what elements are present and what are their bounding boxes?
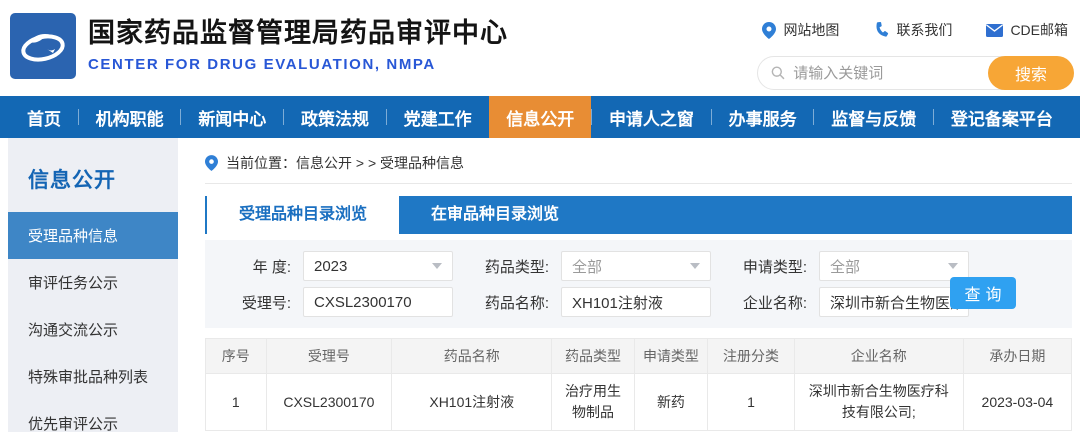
sitemap-link[interactable]: 网站地图 [762, 20, 839, 40]
tab-under-review-catalog[interactable]: 在审品种目录浏览 [399, 196, 591, 234]
sidebar: 信息公开 受理品种信息 审评任务公示 沟通交流公示 特殊审批品种列表 优先审评公… [8, 138, 178, 432]
nav-item-party[interactable]: 党建工作 [385, 96, 489, 138]
site-header: 国家药品监督管理局药品审评中心 CENTER FOR DRUG EVALUATI… [0, 0, 1080, 96]
apply-type-select[interactable]: 全部 [819, 251, 969, 281]
filter-year: 年 度: 2023 [217, 251, 453, 281]
chevron-down-icon [948, 263, 958, 269]
sidebar-title: 信息公开 [28, 169, 116, 192]
table-header-row: 序号 受理号 药品名称 药品类型 申请类型 注册分类 企业名称 承办日期 [205, 338, 1073, 374]
site-search: 搜索 [757, 56, 1074, 90]
col-header-acceptance-no: 受理号 [265, 338, 393, 374]
drug-name-input[interactable] [561, 287, 711, 317]
breadcrumb-text: 当前位置：信息公开 > > 受理品种信息 [226, 154, 465, 171]
nav-item-policies[interactable]: 政策法规 [282, 96, 386, 138]
nav-item-news[interactable]: 新闻中心 [180, 96, 283, 138]
col-header-index: 序号 [205, 338, 267, 374]
chevron-down-icon [690, 263, 700, 269]
cell-reg-class: 1 [707, 373, 795, 431]
nav-item-functions[interactable]: 机构职能 [77, 96, 181, 138]
sidebar-item-communication[interactable]: 沟通交流公示 [8, 306, 178, 353]
mailbox-link[interactable]: CDE邮箱 [986, 20, 1068, 40]
cell-date: 2023-03-04 [962, 373, 1073, 431]
nav-item-services[interactable]: 办事服务 [710, 96, 814, 138]
main-nav: 首页 机构职能 新闻中心 政策法规 党建工作 信息公开 申请人之窗 办事服务 监… [0, 96, 1080, 138]
cell-index: 1 [205, 373, 267, 431]
cell-drug-name: XH101注射液 [391, 373, 553, 431]
contact-link[interactable]: 联系我们 [873, 20, 952, 40]
apply-type-value: 全部 [830, 258, 861, 276]
filter-apply-type: 申请类型: 全部 [733, 251, 969, 281]
site-title: 国家药品监督管理局药品审评中心 [88, 18, 508, 48]
col-header-drug-type: 药品类型 [551, 338, 635, 374]
drug-type-select[interactable]: 全部 [561, 251, 711, 281]
nav-item-registration-platform[interactable]: 登记备案平台 [932, 96, 1070, 138]
site-subtitle: CENTER FOR DRUG EVALUATION, NMPA [88, 56, 436, 73]
drug-type-label: 药品类型: [484, 258, 549, 276]
cell-acceptance-no: CXSL2300170 [265, 373, 393, 431]
tab-strip: 受理品种目录浏览 在审品种目录浏览 [205, 196, 1072, 234]
contact-label: 联系我们 [896, 22, 953, 38]
company-input[interactable] [819, 287, 969, 317]
phone-icon [876, 22, 889, 37]
mail-icon [986, 23, 1004, 37]
search-icon [771, 66, 785, 80]
main-panel: 当前位置：信息公开 > > 受理品种信息 受理品种目录浏览 在审品种目录浏览 年… [205, 138, 1073, 432]
cell-company: 深圳市新合生物医疗科技有限公司; [793, 373, 964, 431]
page-content: 信息公开 受理品种信息 审评任务公示 沟通交流公示 特殊审批品种列表 优先审评公… [0, 138, 1080, 432]
col-header-apply-type: 申请类型 [633, 338, 709, 374]
breadcrumb: 当前位置：信息公开 > > 受理品种信息 [205, 142, 1072, 184]
sidebar-item-accepted-varieties[interactable]: 受理品种信息 [8, 212, 178, 259]
quick-links: 网站地图 联系我们 CDE邮箱 [762, 20, 1068, 40]
col-header-reg-class: 注册分类 [707, 338, 795, 374]
chevron-down-icon [432, 263, 442, 269]
nav-item-home[interactable]: 首页 [10, 96, 78, 138]
year-label: 年 度: [252, 258, 291, 276]
search-button[interactable]: 搜索 [988, 56, 1074, 90]
query-button[interactable]: 查询 [950, 277, 1016, 309]
sidebar-item-review-tasks[interactable]: 审评任务公示 [8, 259, 178, 306]
acceptance-no-input[interactable] [303, 287, 453, 317]
filter-company: 企业名称: [733, 287, 969, 317]
nav-item-info-disclosure[interactable]: 信息公开 [489, 96, 592, 138]
map-pin-icon [762, 21, 777, 39]
nav-item-supervision[interactable]: 监督与反馈 [813, 96, 933, 138]
company-label: 企业名称: [742, 294, 807, 312]
cell-apply-type: 新药 [633, 373, 709, 431]
results-table: 序号 受理号 药品名称 药品类型 申请类型 注册分类 企业名称 承办日期 1 C… [205, 338, 1073, 431]
tab-accepted-catalog[interactable]: 受理品种目录浏览 [207, 196, 400, 234]
col-header-drug-name: 药品名称 [391, 338, 553, 374]
filter-drug-type: 药品类型: 全部 [475, 251, 711, 281]
search-input[interactable] [793, 64, 981, 82]
filter-drug-name: 药品名称: [475, 287, 711, 317]
year-select[interactable]: 2023 [303, 251, 453, 281]
sidebar-item-special-approval[interactable]: 特殊审批品种列表 [8, 353, 178, 400]
year-value: 2023 [314, 257, 348, 275]
sidebar-item-priority-review[interactable]: 优先审评公示 [8, 400, 178, 432]
drug-name-label: 药品名称: [484, 294, 549, 312]
mailbox-label: CDE邮箱 [1010, 22, 1068, 38]
cell-drug-type: 治疗用生物制品 [551, 373, 635, 431]
nav-item-applicant-window[interactable]: 申请人之窗 [590, 96, 711, 138]
cde-logo [10, 13, 76, 79]
fish-logo-icon [21, 34, 65, 62]
sitemap-label: 网站地图 [783, 22, 840, 38]
filter-panel: 年 度: 2023 药品类型: 全部 申请类型: 全部 受理号: CXSL230… [205, 240, 1072, 328]
acceptance-no-label: 受理号: [241, 294, 291, 312]
table-row: 1 CXSL2300170 XH101注射液 治疗用生物制品 新药 1 深圳市新… [205, 373, 1073, 431]
col-header-date: 承办日期 [962, 338, 1073, 374]
col-header-company: 企业名称 [793, 338, 964, 374]
drug-type-value: 全部 [572, 258, 603, 276]
location-pin-icon [205, 154, 218, 171]
apply-type-label: 申请类型: [742, 258, 807, 276]
filter-acceptance-no: 受理号: [217, 287, 453, 317]
